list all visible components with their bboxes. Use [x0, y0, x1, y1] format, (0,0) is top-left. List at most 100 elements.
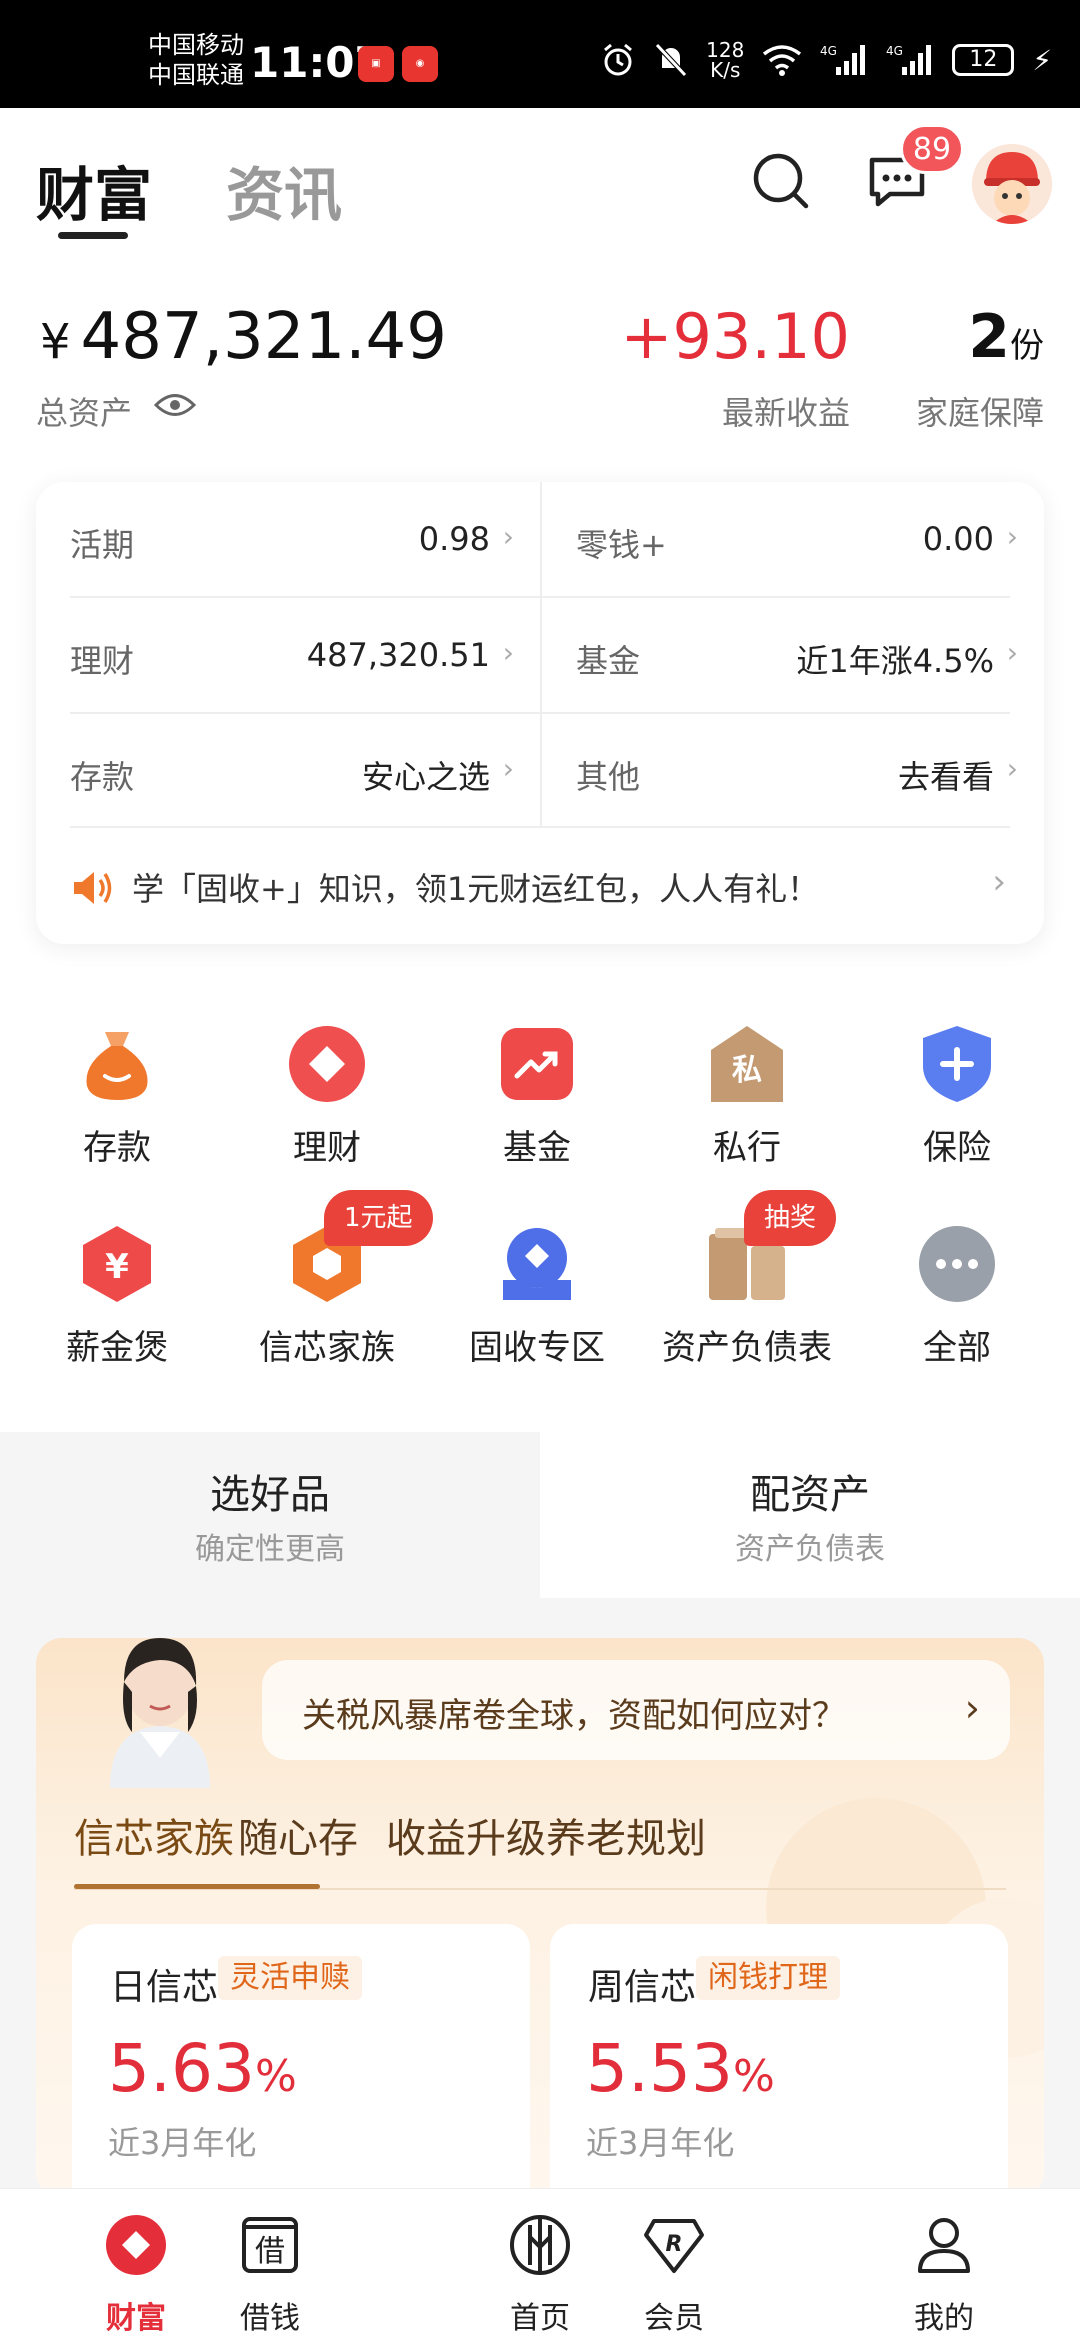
summary-cell-current[interactable]: 活期 0.98 › [36, 482, 540, 598]
product-rate-desc: 近3月年化 [108, 2124, 257, 2162]
latest-income-label: 最新收益 [721, 394, 850, 432]
segment-tab-allocate-assets[interactable]: 配资产 资产负债表 [540, 1432, 1080, 1598]
promo-tab-yield-upgrade[interactable]: 收益升级 [386, 1806, 546, 1864]
grid-item-balance-sheet[interactable]: 资产负债表 [647, 1224, 847, 1369]
product-feature-chip: 闲钱打理 [696, 1956, 840, 2000]
nav-label: 会员 [644, 2301, 704, 2336]
chevron-right-icon: › [502, 752, 514, 785]
search-icon[interactable] [746, 146, 816, 216]
promo-tab-xinxin-family[interactable]: 信芯家族 [74, 1806, 234, 1864]
member-icon: R [644, 2219, 704, 2273]
grid-item-wealth[interactable]: 理财 [227, 1024, 427, 1169]
speaker-icon [74, 872, 112, 904]
total-assets-label: 总资产 [36, 394, 133, 432]
grid-label: 基金 [503, 1128, 571, 1168]
summary-cell-change-plus[interactable]: 零钱+ 0.00 › [542, 482, 1044, 598]
segment-tab-good-products[interactable]: 选好品 确定性更高 [0, 1432, 540, 1598]
borrow-icon: 借 [242, 2217, 298, 2273]
cell-label: 基金 [576, 642, 641, 680]
chevron-right-icon: › [1006, 520, 1018, 553]
summary-cell-wealth[interactable]: 理财 487,320.51 › [36, 598, 540, 714]
latest-income-value[interactable]: +93.10 [621, 300, 850, 373]
segment-title: 选好品 [210, 1472, 330, 1518]
nav-borrow[interactable]: 借 借钱 [162, 2189, 378, 2340]
product-rate-unit: % [732, 2051, 775, 2102]
total-assets-value: 487,321.49 [80, 300, 447, 374]
profile-icon [918, 2218, 970, 2273]
svg-text:¥: ¥ [105, 1247, 129, 1287]
carrier-1: 中国移动 [148, 31, 244, 59]
family-protection-unit: 份 [1010, 326, 1044, 366]
tab-news[interactable]: 资讯 [226, 148, 342, 232]
carrier-2: 中国联通 [148, 61, 244, 89]
mute-icon [655, 43, 687, 77]
alarm-icon [604, 43, 633, 76]
product-card-daily[interactable]: 日信芯 灵活申赎 5.63% 近3月年化 [72, 1924, 530, 2198]
carrier-names: 中国移动 中国联通 [148, 30, 244, 90]
nav-profile[interactable]: 我的 [836, 2189, 1052, 2340]
message-count-badge: 89 [900, 124, 964, 174]
promo-tab-flexible-deposit[interactable]: 随心存 [238, 1806, 358, 1864]
avatar[interactable] [972, 144, 1052, 224]
grid-label: 理财 [293, 1128, 361, 1168]
wifi-icon [763, 45, 802, 76]
cell-label: 存款 [70, 758, 135, 796]
grid-item-fixed-income[interactable]: 固收专区 [437, 1224, 637, 1369]
grid-label: 存款 [83, 1128, 151, 1168]
grid-item-deposit[interactable]: 存款 [17, 1024, 217, 1169]
product-rate: 5.63% [108, 2030, 297, 2107]
cell-value: 去看看 [897, 758, 994, 796]
chevron-right-icon: › [1006, 752, 1018, 785]
eye-icon[interactable] [154, 390, 196, 420]
svg-text:R: R [666, 2232, 683, 2257]
row-divider [70, 826, 1010, 828]
segment-subtitle: 确定性更高 [195, 1532, 345, 1567]
signal-icon: 4G [820, 44, 866, 75]
bottom-navigation: 财富 借 借钱 首页 R 会员 我的 [0, 2188, 1080, 2340]
svg-text:借: 借 [255, 2234, 285, 2269]
tab-wealth[interactable]: 财富 [36, 148, 152, 232]
summary-cell-fund[interactable]: 基金 近1年涨4.5% › [542, 598, 1044, 714]
cell-label: 零钱+ [576, 526, 667, 564]
cell-label: 活期 [70, 526, 135, 564]
top-header: 财富 资讯 89 [0, 108, 1080, 258]
cell-value: 487,320.51 [306, 636, 490, 674]
grid-item-private-bank[interactable]: 私 私行 [647, 1024, 847, 1169]
product-name: 日信芯 [110, 1967, 219, 2008]
grid-label: 保险 [923, 1128, 991, 1168]
active-tab-indicator [74, 1884, 320, 1889]
advisor-avatar [110, 1638, 210, 1788]
nav-member[interactable]: R 会员 [566, 2189, 782, 2340]
home-icon [510, 2215, 570, 2275]
grid-label: 资产负债表 [662, 1328, 832, 1368]
summary-cell-other[interactable]: 其他 去看看 › [542, 714, 1044, 830]
notice-text: 学「固收+」知识，领1元财运红包，人人有礼！ [132, 870, 820, 908]
family-protection-value[interactable]: 2份 [968, 302, 1044, 372]
grid-label: 信芯家族 [259, 1328, 395, 1368]
status-bar: 中国移动 中国联通 11:07 ▣ ◉ 128 K/s 4G 4G 12 ⚡ [0, 0, 1080, 108]
headline-bubble[interactable]: 关税风暴席卷全球，资配如何应对？ › [262, 1660, 1010, 1760]
product-rate-unit: % [254, 2051, 297, 2102]
cell-value: 安心之选 [361, 758, 490, 796]
grid-item-all[interactable]: 全部 [857, 1224, 1057, 1369]
product-rate-desc: 近3月年化 [586, 2124, 735, 2162]
cell-value: 0.00 [922, 520, 994, 558]
grid-item-fund[interactable]: 基金 [437, 1024, 637, 1169]
chevron-right-icon: › [1006, 636, 1018, 669]
nav-label: 借钱 [240, 2301, 300, 2336]
signal-icon: 4G [886, 44, 932, 75]
product-card-weekly[interactable]: 周信芯 闲钱打理 5.53% 近3月年化 [550, 1924, 1008, 2198]
fixed-income-icon [503, 1228, 571, 1300]
grid-item-salary[interactable]: ¥ 薪金煲 [17, 1224, 217, 1369]
summary-cell-deposit[interactable]: 存款 安心之选 › [36, 714, 540, 830]
promo-tab-retirement[interactable]: 养老规划 [546, 1806, 706, 1864]
cell-label: 理财 [70, 642, 135, 680]
total-assets-amount: ¥487,321.49 [40, 300, 447, 374]
network-speed: 128 K/s [706, 40, 744, 80]
status-icons: 128 K/s 4G 4G 12 ⚡ [600, 40, 1052, 80]
grid-label: 固收专区 [469, 1328, 605, 1368]
grid-item-insurance[interactable]: 保险 [857, 1024, 1057, 1169]
promo-section: 关税风暴席卷全球，资配如何应对？ › 信芯家族 随心存 收益升级 养老规划 日信… [36, 1638, 1044, 2198]
shield-icon [923, 1026, 991, 1102]
notice-bar[interactable]: 学「固收+」知识，领1元财运红包，人人有礼！ › [36, 830, 1044, 944]
